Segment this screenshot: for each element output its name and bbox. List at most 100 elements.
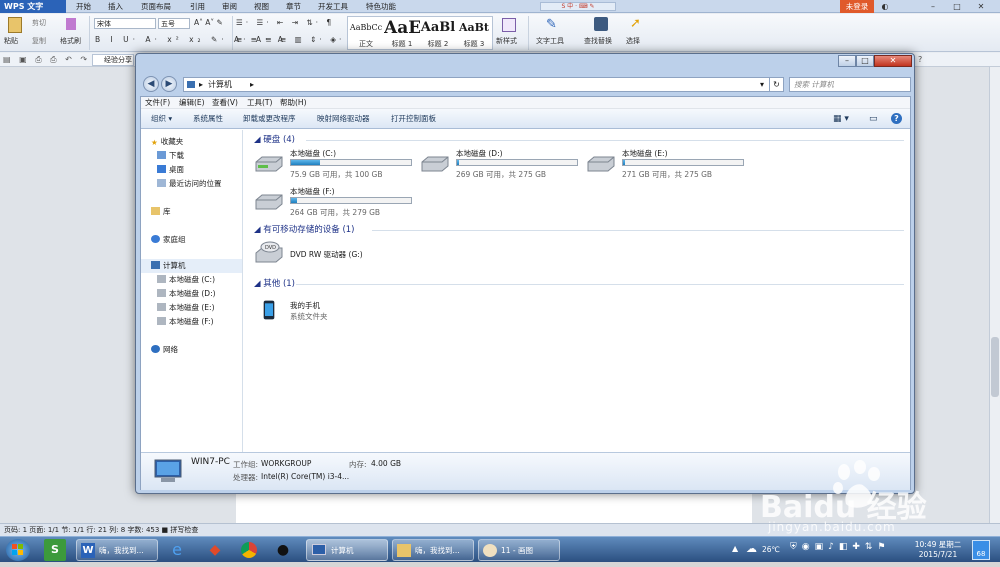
chrome-icon[interactable] [238, 539, 260, 561]
cut-button[interactable]: 剪切 [32, 18, 46, 28]
explorer-minimize-button[interactable]: – [838, 55, 856, 67]
menu-insert[interactable]: 插入 [108, 0, 123, 13]
text-tools-icon[interactable]: ✎ [546, 17, 557, 32]
menu-start[interactable]: 开始 [76, 0, 91, 13]
menu-page-layout[interactable]: 页面布局 [141, 0, 171, 13]
taskbar-item-paint[interactable]: 11 - 画图 [478, 539, 560, 561]
select-cursor-icon[interactable]: ➚ [630, 16, 641, 31]
new-style-label[interactable]: 新样式 [496, 36, 517, 46]
forward-button[interactable]: ▶ [161, 76, 177, 92]
collapse-icon[interactable]: ◢ [254, 135, 263, 145]
menu-file[interactable]: 文件(F) [145, 97, 170, 109]
menu-view[interactable]: 视图 [254, 0, 269, 13]
nav-homegroup[interactable]: 家庭组 [151, 234, 186, 246]
new-style-icon[interactable] [502, 18, 516, 32]
dropdown-arrow-icon[interactable]: ▾ [760, 78, 764, 91]
group-header-removable[interactable]: ◢ 有可移动存储的设备 (1) [254, 224, 355, 236]
help-icon[interactable]: ? [891, 113, 902, 124]
collapse-icon[interactable]: ◢ [254, 225, 263, 235]
find-replace-icon[interactable] [594, 17, 608, 31]
start-button[interactable] [6, 539, 30, 561]
nav-favorites[interactable]: ★ 收藏夹 [151, 136, 183, 148]
font-select[interactable]: 宋体 [94, 18, 156, 29]
nav-computer[interactable]: 计算机 [151, 260, 186, 272]
refresh-button[interactable]: ↻ [769, 77, 784, 92]
tray-expand-icon[interactable]: ▲ [732, 544, 738, 553]
taskbar-item-folder[interactable]: 嗨，我找到... [392, 539, 474, 561]
search-input[interactable]: 搜索 计算机 [789, 77, 911, 92]
menu-features[interactable]: 特色功能 [366, 0, 396, 13]
drive-tile-d[interactable]: 本地磁盘 (D:) 269 GB 可用，共 275 GB [420, 148, 580, 184]
nav-drive-c[interactable]: 本地磁盘 (C:) [157, 274, 215, 286]
notification-badge[interactable]: 68 [972, 540, 990, 560]
ie-icon[interactable]: e [166, 539, 188, 561]
menu-help[interactable]: 帮助(H) [280, 97, 307, 109]
copy-button[interactable]: 复制 [32, 36, 46, 46]
scroll-thumb[interactable] [991, 337, 999, 397]
paste-label[interactable]: 粘贴 [4, 36, 18, 46]
vertical-scrollbar[interactable] [989, 67, 1000, 523]
qq-icon[interactable]: ● [272, 539, 294, 561]
open-control-panel-button[interactable]: 打开控制面板 [391, 109, 436, 129]
menu-chapter[interactable]: 章节 [286, 0, 301, 13]
taskbar-item-wps[interactable]: W 嗨，我找到... [76, 539, 158, 561]
menu-edit[interactable]: 编辑(E) [179, 97, 205, 109]
menu-reference[interactable]: 引用 [190, 0, 205, 13]
system-properties-button[interactable]: 系统属性 [193, 109, 223, 129]
group-header-other[interactable]: ◢ 其他 (1) [254, 278, 295, 290]
paste-icon[interactable] [8, 17, 22, 33]
drive-tile-f[interactable]: 本地磁盘 (F:) 264 GB 可用，共 279 GB [254, 186, 414, 222]
font-size-select[interactable]: 五号 [158, 18, 190, 29]
tray-icons[interactable]: ⛨◉▣♪◧✚⇅⚑ [790, 542, 891, 552]
menu-developer[interactable]: 开发工具 [318, 0, 348, 13]
format-painter-label[interactable]: 格式刷 [60, 36, 81, 46]
phone-tile[interactable]: 我的手机 系统文件夹 [254, 296, 414, 326]
nav-libraries[interactable]: 库 [151, 206, 171, 218]
address-bar[interactable]: ▸ 计算机 ▸ ▾ [183, 77, 779, 92]
clock[interactable]: 10:49 星期二 2015/7/21 [908, 540, 968, 560]
explorer-close-button[interactable]: ✕ [874, 55, 912, 67]
minimize-button[interactable]: – [926, 1, 940, 12]
collapse-icon[interactable]: ◢ [254, 279, 263, 289]
quick-access-icons[interactable]: ▤ ▣ ⎙ ⎙ ↶ ↷ [3, 55, 90, 65]
skin-icon[interactable]: ◐ [878, 1, 892, 12]
ime-toolbar[interactable]: S 中 · ⌨ ✎ [540, 2, 616, 11]
style-heading-2[interactable]: AaBl 标题 2 [420, 17, 456, 51]
nav-drive-d[interactable]: 本地磁盘 (D:) [157, 288, 216, 300]
list-buttons[interactable]: ☰· ☰· ⇤ ⇥ ⇅· ¶ [236, 18, 334, 27]
nav-drive-f[interactable]: 本地磁盘 (F:) [157, 316, 214, 328]
menu-tools[interactable]: 工具(T) [247, 97, 272, 109]
explorer-maximize-button[interactable]: □ [856, 55, 874, 67]
maximize-button[interactable]: □ [950, 1, 964, 12]
nav-downloads[interactable]: 下载 [157, 150, 184, 162]
app-icon-s[interactable]: S [44, 539, 66, 561]
nav-recent[interactable]: 最近访问的位置 [157, 178, 222, 190]
text-tools-label[interactable]: 文字工具 [536, 36, 564, 46]
align-buttons[interactable]: ≡ ≡ ≡ ≡ ▥ ⇕· ◈· ▦· [236, 35, 365, 44]
drive-tile-e[interactable]: 本地磁盘 (E:) 271 GB 可用，共 275 GB [586, 148, 746, 184]
app-icon[interactable]: ◆ [204, 539, 226, 561]
dvd-drive-tile[interactable]: DVD DVD RW 驱动器 (G:) [254, 240, 414, 270]
map-network-drive-button[interactable]: 映射网络驱动器 [317, 109, 370, 129]
view-options-icon[interactable]: ▦ ▾ [833, 109, 849, 129]
nav-drive-e[interactable]: 本地磁盘 (E:) [157, 302, 215, 314]
menu-review[interactable]: 审阅 [222, 0, 237, 13]
style-heading-1[interactable]: AaE 标题 1 [384, 17, 420, 51]
font-size-buttons[interactable]: A˄ A˅ ✎ [194, 18, 223, 27]
chevron-right-icon[interactable]: ▸ [199, 78, 203, 91]
help-icon[interactable]: ? [918, 55, 922, 64]
organize-button[interactable]: 组织 ▾ [151, 109, 172, 129]
back-button[interactable]: ◀ [143, 76, 159, 92]
weather-icon[interactable]: ☁ [746, 542, 757, 555]
style-gallery[interactable]: AaBbCc 正文 AaE 标题 1 AaBl 标题 2 AaBt 标题 3 [347, 16, 493, 50]
nav-network[interactable]: 网络 [151, 344, 178, 356]
nav-desktop[interactable]: 桌面 [157, 164, 184, 176]
taskbar-item-computer[interactable]: 计算机 [306, 539, 388, 561]
style-heading-3[interactable]: AaBt 标题 3 [456, 17, 492, 51]
menu-view[interactable]: 查看(V) [212, 97, 238, 109]
close-button[interactable]: ✕ [974, 1, 988, 12]
drive-tile-c[interactable]: 本地磁盘 (C:) 75.9 GB 可用，共 100 GB [254, 148, 414, 184]
login-button[interactable]: 未登录 [840, 0, 874, 13]
doc-tab[interactable]: 经验分享 [92, 54, 134, 66]
preview-pane-icon[interactable]: ▭ [869, 109, 878, 129]
